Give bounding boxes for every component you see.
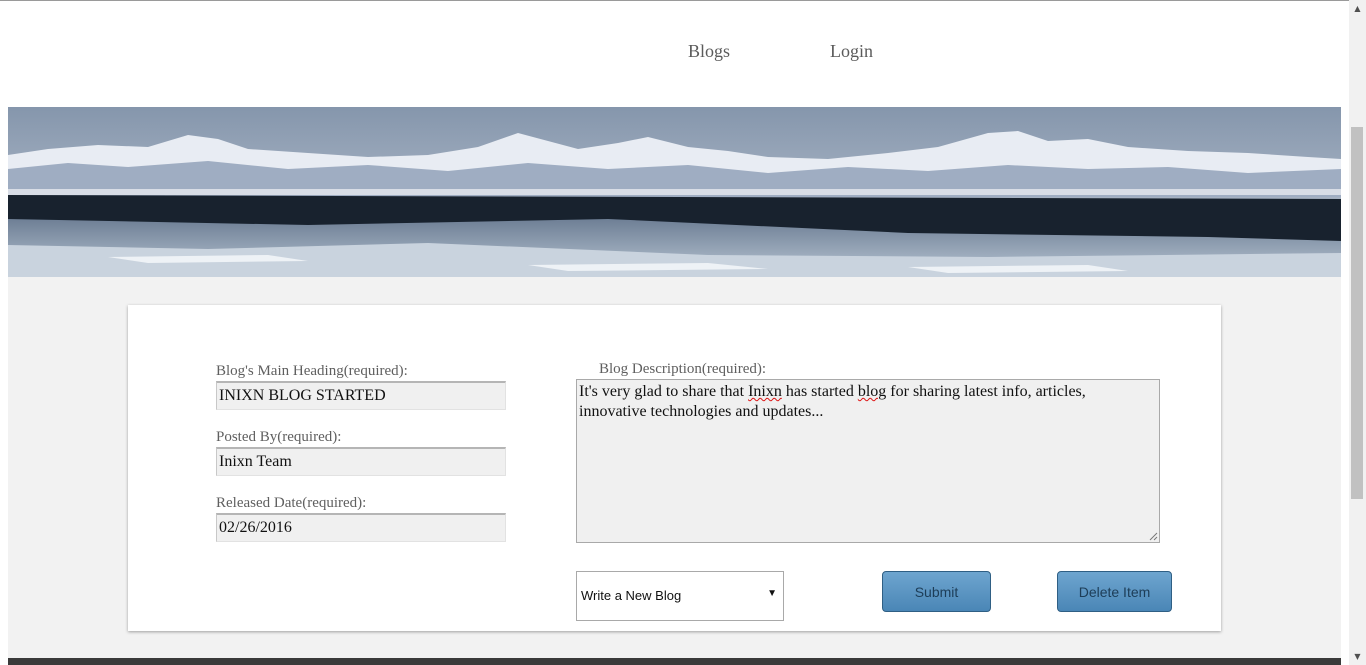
release-date-label: Released Date(required): bbox=[216, 495, 367, 511]
scroll-down-arrow-icon[interactable]: ▼ bbox=[1349, 648, 1366, 665]
scroll-thumb[interactable] bbox=[1351, 127, 1363, 499]
banner-image bbox=[8, 107, 1341, 277]
description-text-1: It's very glad to share that bbox=[579, 383, 749, 400]
vertical-scrollbar[interactable]: ▲ ▼ bbox=[1349, 0, 1366, 665]
description-misspelled-1: Inixn bbox=[748, 383, 782, 400]
nav-login-link[interactable]: Login bbox=[830, 41, 873, 62]
scroll-up-arrow-icon[interactable]: ▲ bbox=[1349, 0, 1366, 17]
heading-input[interactable] bbox=[216, 381, 506, 410]
dropdown-arrow-icon: ▼ bbox=[767, 588, 777, 599]
blog-mode-select[interactable]: Write a New Blog ▼ bbox=[576, 571, 784, 621]
delete-item-button[interactable]: Delete Item bbox=[1057, 571, 1172, 612]
nav-blogs-link[interactable]: Blogs bbox=[688, 41, 730, 62]
footer-bar bbox=[8, 658, 1341, 665]
posted-by-input[interactable] bbox=[216, 447, 506, 476]
top-border bbox=[0, 0, 1349, 1]
blog-mode-selected: Write a New Blog bbox=[581, 588, 682, 603]
description-textarea[interactable]: It's very glad to share that Inixn has s… bbox=[576, 379, 1160, 543]
submit-button[interactable]: Submit bbox=[882, 571, 991, 612]
heading-label: Blog's Main Heading(required): bbox=[216, 363, 408, 379]
description-text-2: has started bbox=[781, 383, 858, 400]
release-date-input[interactable] bbox=[216, 513, 506, 542]
resize-grip-icon[interactable] bbox=[1149, 532, 1158, 541]
description-label: Blog Description(required): bbox=[599, 361, 767, 377]
posted-by-label: Posted By(required): bbox=[216, 429, 342, 445]
description-misspelled-2: blog bbox=[857, 383, 887, 400]
